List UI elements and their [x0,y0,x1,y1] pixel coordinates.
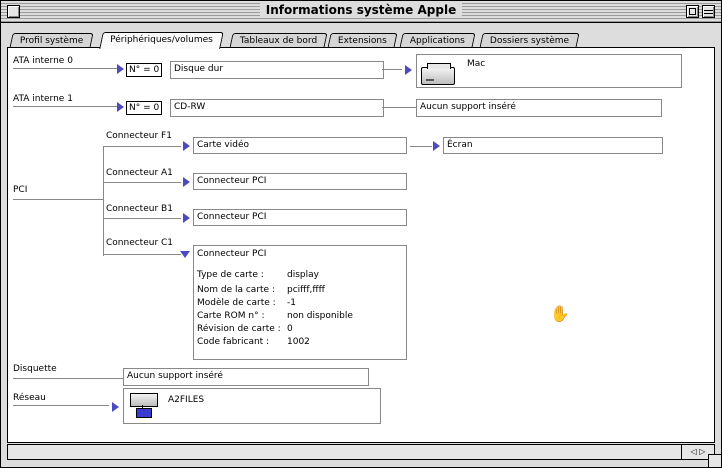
detail-key: Révision de carte : [197,324,281,334]
ata0-device-box[interactable]: Disque dur [170,61,384,79]
detail-value: non disponible [287,311,353,321]
pci-b1-label: Connecteur B1 [106,204,173,214]
tab-applications[interactable]: Applications [399,33,476,48]
title-bar[interactable]: Informations système Apple [1,1,721,23]
ata1-device-box[interactable]: CD-RW [170,99,384,117]
detail-value: pcifff,ffff [287,285,325,295]
window-title: Informations système Apple [259,3,463,17]
detail-key: Carte ROM n° : [197,311,265,321]
ata1-id-field: N° = 0 [126,101,163,115]
tab-extensions[interactable]: Extensions [327,33,398,48]
disclosure-right-icon[interactable] [183,141,190,151]
connector-line [103,182,181,183]
pci-a1-device-box[interactable]: Connecteur PCI [193,173,407,190]
disclosure-right-icon[interactable] [117,102,124,112]
tab-tableaux-de-bord[interactable]: Tableaux de bord [229,33,328,48]
detail-value: -1 [287,298,296,308]
connector-line [13,378,123,379]
detail-value: 1002 [287,337,310,347]
connector-line [13,68,117,69]
zoom-box-icon[interactable] [686,5,699,18]
connector-line [13,199,103,200]
hard-disk-icon [421,63,455,85]
network-label: Réseau [13,393,46,403]
disclosure-right-icon[interactable] [405,65,412,75]
tab-dossiers-systeme[interactable]: Dossiers système [479,33,580,48]
hand-cursor-icon: ✋ [550,304,570,323]
disclosure-right-icon[interactable] [117,64,124,74]
tab-bar: Profil système Périphériques/volumes Tab… [1,23,721,49]
pci-a1-label: Connecteur A1 [106,168,173,178]
collapse-box-icon[interactable] [702,5,715,18]
ata1-label: ATA interne 1 [13,94,73,104]
connector-line [103,146,181,147]
connector-line [410,146,432,147]
grow-box-icon[interactable] [708,454,721,467]
tab-peripheriques-volumes[interactable]: Périphériques/volumes [99,32,224,49]
disclosure-right-icon[interactable] [112,402,119,412]
network-volume-box[interactable]: A2FILES [123,388,381,424]
pci-tree-trunk [103,146,104,256]
detail-key: Type de carte : [197,270,264,280]
pci-c1-label: Connecteur C1 [106,238,174,248]
disclosure-down-icon[interactable] [180,251,190,258]
floppy-status-box: Aucun support inséré [123,368,369,386]
ata0-id-field: N° = 0 [126,63,163,77]
disclosure-right-icon[interactable] [183,213,190,223]
horizontal-scrollbar[interactable]: ◁ ▷ [7,444,715,460]
detail-key: Modèle de carte : [197,298,276,308]
disclosure-right-icon[interactable] [433,141,440,151]
ata1-status-box: Aucun support inséré [416,99,662,117]
device-tree-panel: ATA interne 0 N° = 0 Disque dur Mac ATA … [7,47,715,443]
connector-line [382,69,402,70]
detail-value: display [287,270,319,280]
pci-f1-child-box[interactable]: Écran [443,137,663,154]
detail-key: Code fabricant : [197,337,270,347]
tab-profil-systeme[interactable]: Profil système [9,33,94,48]
floppy-label: Disquette [13,364,57,374]
pci-f1-device-box[interactable]: Carte vidéo [193,137,407,154]
pci-c1-device-box[interactable]: Connecteur PCI Type de carte : display N… [193,245,407,360]
connector-line [13,106,117,107]
connector-line [382,107,416,108]
ata0-volume-box[interactable]: Mac [416,54,682,88]
pci-label: PCI [13,185,28,195]
detail-value: 0 [287,324,293,334]
disclosure-right-icon[interactable] [183,177,190,187]
pci-f1-label: Connecteur F1 [106,131,172,141]
detail-key: Nom de la carte : [197,285,275,295]
network-volume-icon [128,393,160,418]
connector-line [103,254,181,255]
pci-b1-device-box[interactable]: Connecteur PCI [193,209,407,226]
ata0-label: ATA interne 0 [13,56,73,66]
system-info-window: Informations système Apple Profil systèm… [0,0,722,468]
connector-line [13,405,109,406]
connector-line [103,218,181,219]
